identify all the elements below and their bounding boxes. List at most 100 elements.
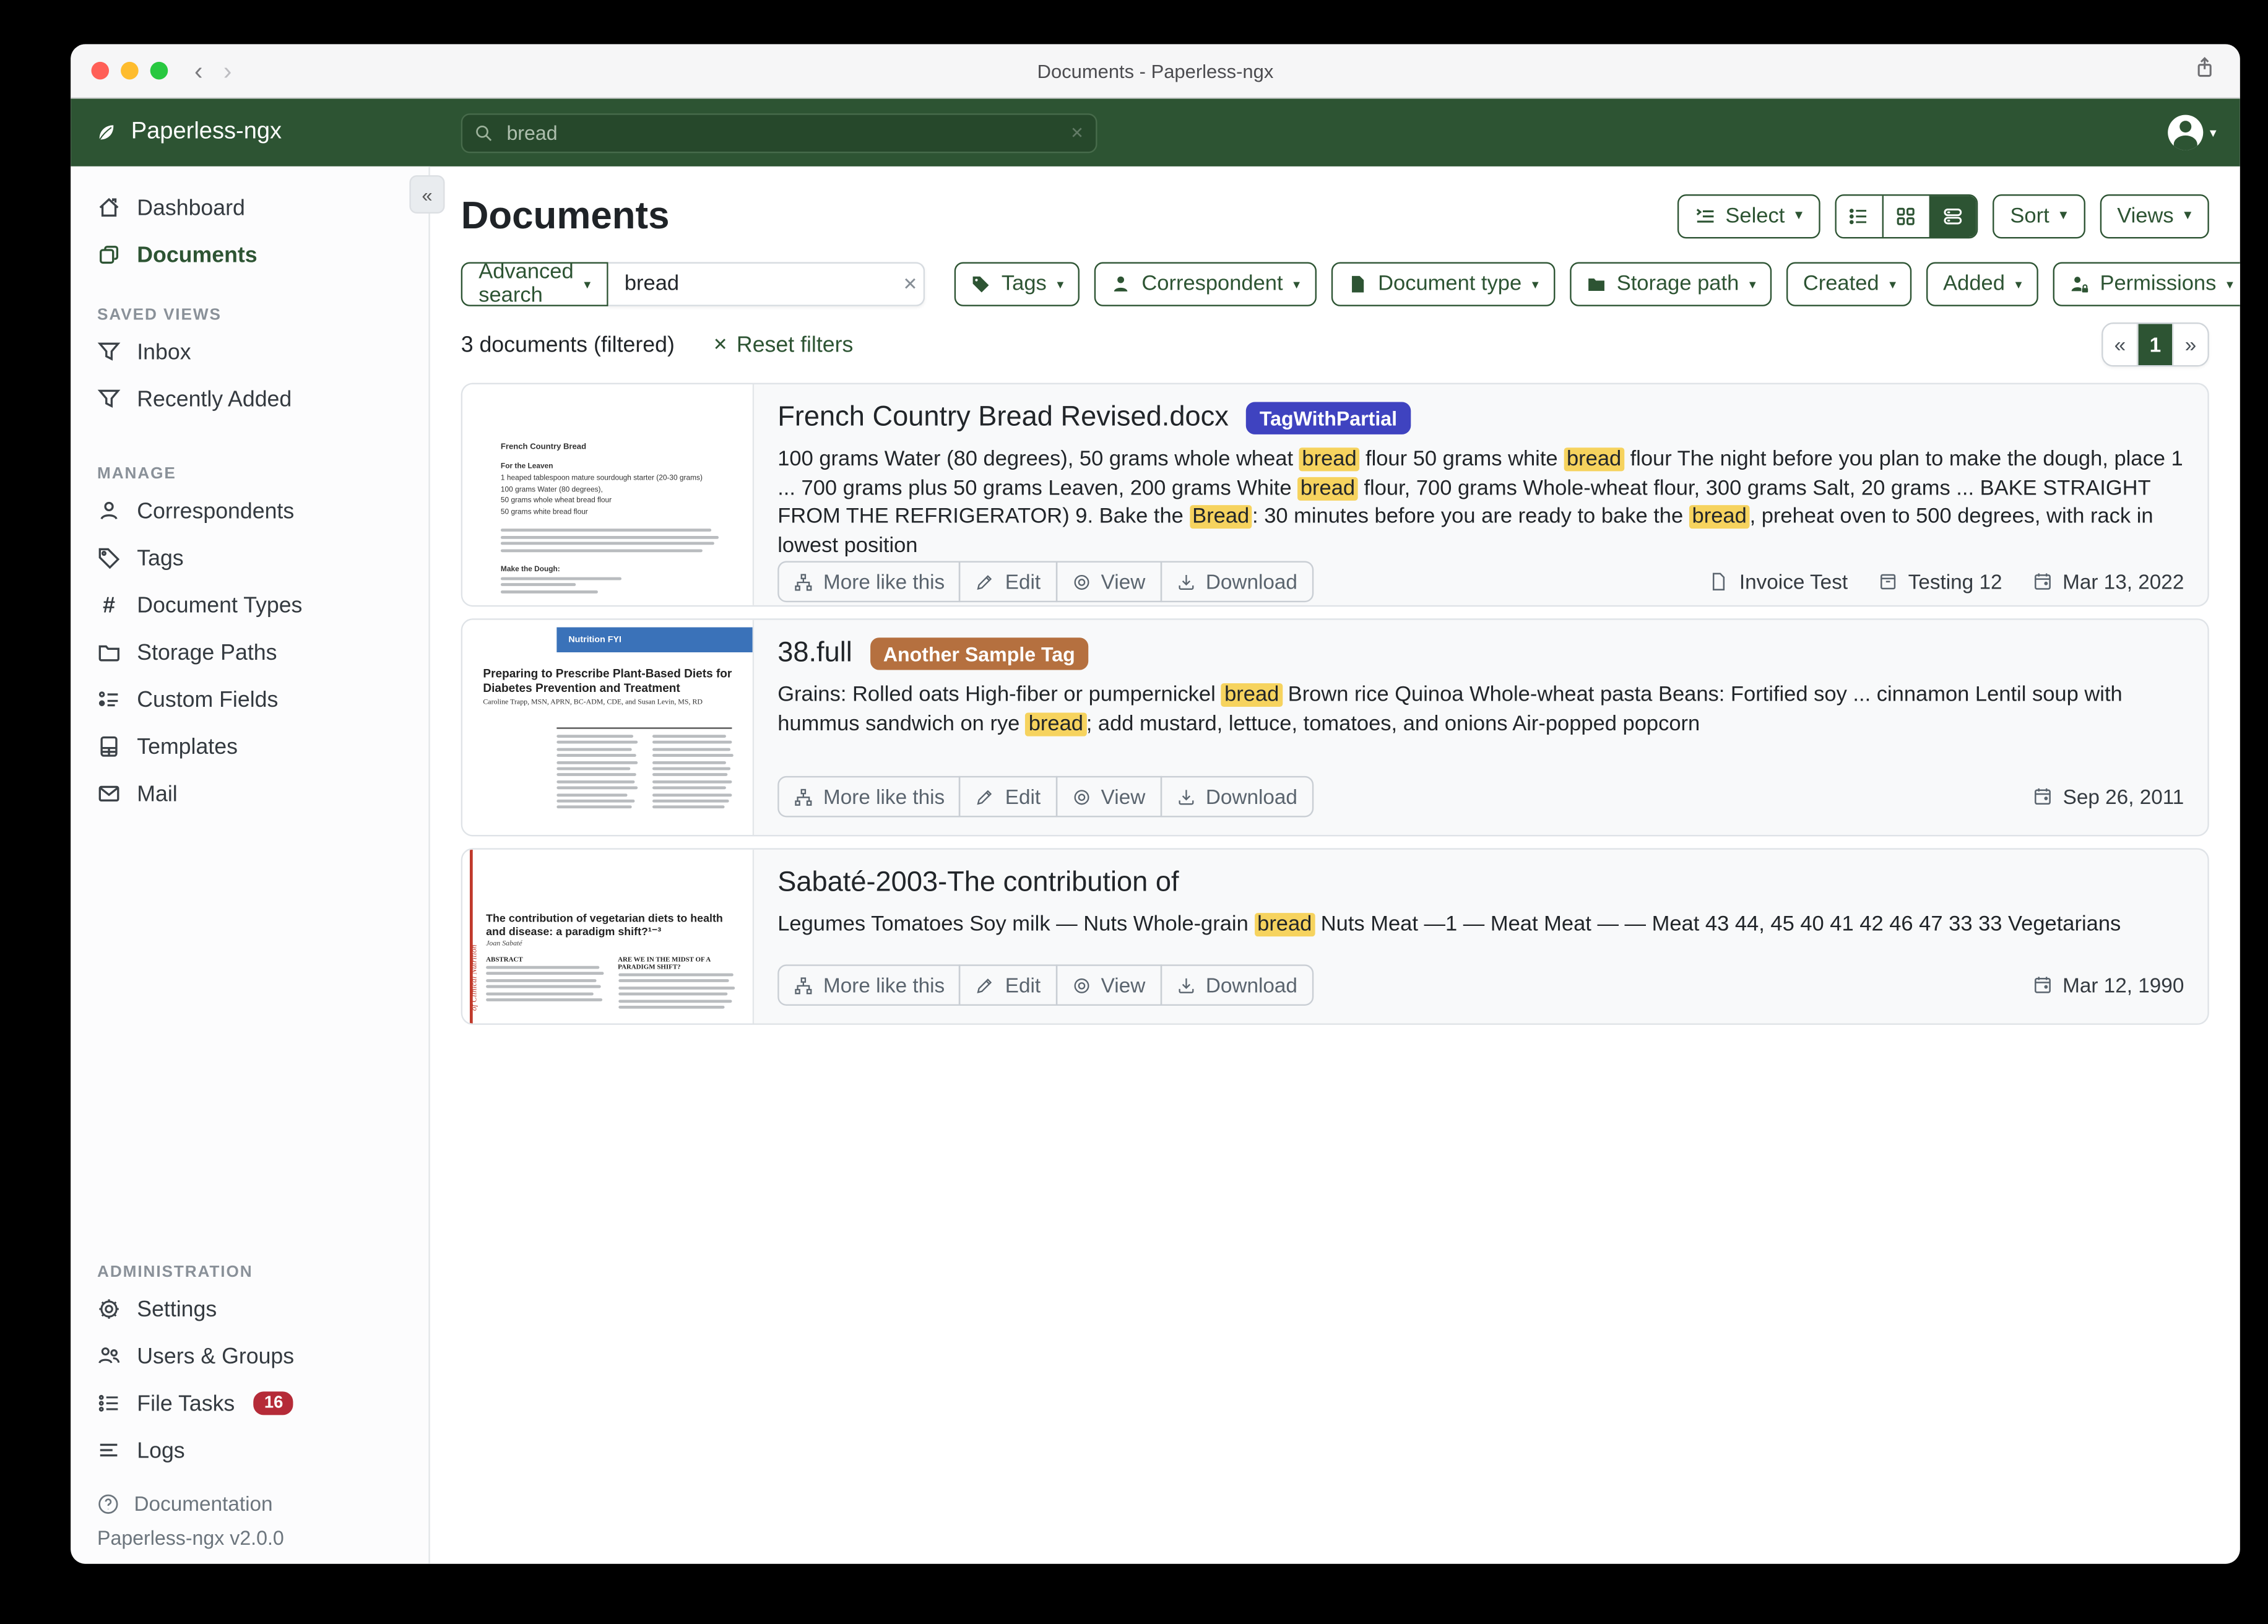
document-title[interactable]: Sabaté-2003-The contribution of [777,867,1179,899]
view-button[interactable]: View [1055,776,1162,818]
similar-icon [794,572,813,591]
sidebar-item-label: Inbox [137,339,191,364]
sidebar-item-documents[interactable]: Documents [71,231,428,279]
more-like-this-button[interactable]: More like this [777,964,961,1006]
view-mode-grid-button[interactable] [1882,195,1929,236]
app-window: ‹ › Documents - Paperless-ngx Paperless-… [71,44,2240,1563]
sidebar-item-mail[interactable]: Mail [71,770,428,817]
view-mode-detail-button[interactable] [1929,195,1976,236]
edit-button[interactable]: Edit [959,964,1057,1006]
edit-button[interactable]: Edit [959,776,1057,818]
document-actions: More like this Edit View [777,561,1314,602]
sidebar-item-recently-added[interactable]: Recently Added [71,376,428,423]
list-select-icon [1694,205,1715,226]
sidebar-item-logs[interactable]: Logs [71,1427,428,1474]
home-icon [97,196,121,219]
thumb-line: 100 grams Water (80 degrees), [501,485,721,494]
user-menu[interactable]: ▾ [2168,115,2216,150]
box-icon [1877,571,1898,592]
sidebar-collapse-button[interactable]: « [409,175,444,214]
document-storage-path[interactable]: Testing 12 [1877,570,2002,594]
custom-fields-icon [97,688,121,711]
download-button[interactable]: Download [1160,964,1314,1006]
view-button[interactable]: View [1055,964,1162,1006]
sidebar-item-tags[interactable]: Tags [71,535,428,582]
pagination-prev-button[interactable]: « [2103,324,2137,365]
meta-label: Testing 12 [1908,570,2002,594]
sort-button[interactable]: Sort ▾ [1993,194,2085,238]
download-icon [1176,572,1195,591]
pencil-icon [976,975,995,995]
button-label: Edit [1005,570,1041,594]
filter-permissions-button[interactable]: Permissions ▾ [2053,262,2240,306]
sidebar-item-inbox[interactable]: Inbox [71,329,428,376]
pagination-next-button[interactable]: » [2172,324,2207,365]
search-clear-icon[interactable]: ✕ [1070,124,1084,143]
global-search-input[interactable] [504,121,1070,145]
sidebar-item-custom-fields[interactable]: Custom Fields [71,676,428,723]
pagination-page-1-button[interactable]: 1 [2137,324,2172,365]
document-tag[interactable]: TagWithPartial [1246,402,1410,434]
views-button[interactable]: Views ▾ [2100,194,2209,238]
sidebar-item-settings[interactable]: Settings [71,1285,428,1332]
sidebar-item-documentation[interactable]: Documentation [71,1486,428,1521]
document-actions: More like this Edit View [777,776,1314,818]
thumb-byline: Joan Sabaté [486,941,522,948]
document-card: French Country Bread For the Leaven 1 he… [461,383,2209,607]
filter-tags-button[interactable]: Tags ▾ [954,262,1080,306]
download-button[interactable]: Download [1160,776,1314,818]
edit-button[interactable]: Edit [959,561,1057,602]
filter-document-type-button[interactable]: Document type ▾ [1331,262,1555,306]
sidebar-item-label: Templates [137,734,238,759]
view-mode-toggle [1835,194,1978,238]
filter-chip-label: Storage path [1617,272,1739,296]
advanced-search-dropdown[interactable]: Advanced search ▾ [461,262,608,306]
advanced-search-group: Advanced search ▾ ✕ [461,262,925,306]
sidebar-item-storage-paths[interactable]: Storage Paths [71,629,428,676]
document-thumbnail[interactable]: of Clinical Nutrition The contribution o… [462,850,754,1024]
filter-clear-icon[interactable]: ✕ [903,274,918,295]
download-button[interactable]: Download [1160,561,1314,602]
filter-correspondent-button[interactable]: Correspondent ▾ [1094,262,1316,306]
sidebar-item-label: Recently Added [137,387,292,412]
reset-filters-link[interactable]: ✕ Reset filters [713,332,854,357]
select-button[interactable]: Select ▾ [1677,194,1820,238]
document-thumbnail[interactable]: Nutrition FYI Preparing to Prescribe Pla… [462,620,754,835]
eye-icon [1071,975,1091,995]
button-label: View [1101,570,1146,594]
more-like-this-button[interactable]: More like this [777,776,961,818]
documents-icon [97,243,121,267]
meta-label: Mar 13, 2022 [2062,570,2184,594]
filter-storage-path-button[interactable]: Storage path ▾ [1570,262,1772,306]
document-title[interactable]: French Country Bread Revised.docx [777,402,1229,434]
sidebar-item-templates[interactable]: Templates [71,723,428,770]
sidebar-item-label: Document Types [137,593,302,618]
document-title[interactable]: 38.full [777,637,852,670]
view-mode-list-button[interactable] [1837,195,1882,236]
sidebar-item-label: Mail [137,781,177,806]
document-correspondent[interactable]: Invoice Test [1708,570,1848,594]
chevron-down-icon: ▾ [2227,277,2233,290]
filter-query-input[interactable] [621,271,902,298]
sidebar-item-file-tasks[interactable]: File Tasks 16 [71,1380,428,1427]
document-tag[interactable]: Another Sample Tag [870,637,1088,670]
gear-icon [97,1297,121,1321]
app-brand[interactable]: Paperless-ngx [94,119,282,146]
view-button[interactable]: View [1055,561,1162,602]
chevron-down-icon: ▾ [2015,277,2022,290]
sidebar-item-dashboard[interactable]: Dashboard [71,184,428,231]
share-icon[interactable] [2193,56,2217,87]
sidebar-item-document-types[interactable]: # Document Types [71,582,428,629]
sidebar-item-users-groups[interactable]: Users & Groups [71,1332,428,1380]
filter-created-button[interactable]: Created ▾ [1787,262,1913,306]
document-actions: More like this Edit View [777,964,1314,1006]
meta-label: Sep 26, 2011 [2063,785,2184,808]
more-like-this-button[interactable]: More like this [777,561,961,602]
document-thumbnail[interactable]: French Country Bread For the Leaven 1 he… [462,384,754,605]
sidebar-item-correspondents[interactable]: Correspondents [71,488,428,535]
filter-added-button[interactable]: Added ▾ [1927,262,2038,306]
calendar-icon [2032,786,2053,806]
hash-icon: # [97,593,121,618]
thumb-doc-title: French Country Bread [501,443,721,452]
advanced-search-label: Advanced search [478,261,573,308]
